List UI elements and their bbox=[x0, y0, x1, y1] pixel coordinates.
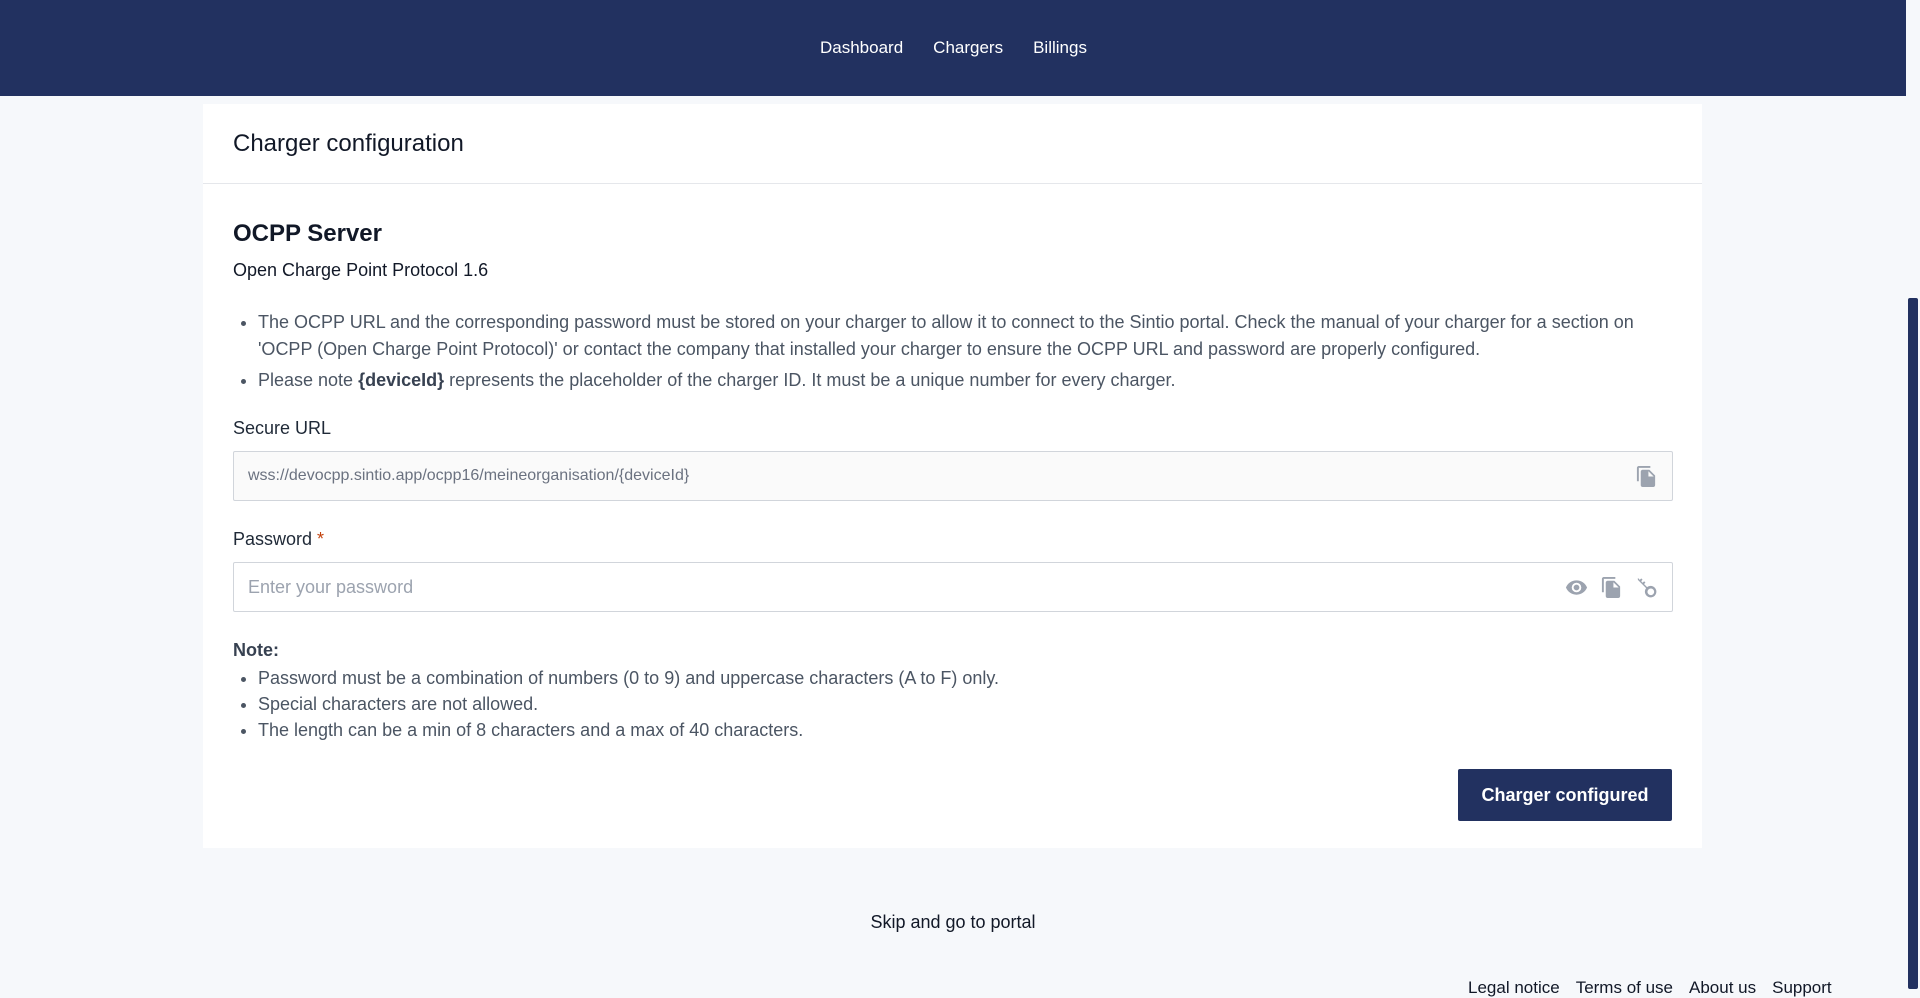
device-id-placeholder: {deviceId} bbox=[358, 370, 445, 390]
secure-url-input[interactable] bbox=[234, 452, 1635, 500]
info-list: The OCPP URL and the corresponding passw… bbox=[233, 309, 1672, 394]
password-label-text: Password bbox=[233, 529, 313, 549]
note-item: The length can be a min of 8 characters … bbox=[258, 717, 1672, 743]
section-subtitle: Open Charge Point Protocol 1.6 bbox=[233, 260, 489, 280]
info-item: Please note {deviceId} represents the pl… bbox=[258, 367, 1672, 394]
note-title: Note: bbox=[233, 640, 279, 660]
skip-link-row: Skip and go to portal bbox=[0, 912, 1906, 933]
password-input[interactable] bbox=[234, 563, 1565, 611]
required-mark: * bbox=[317, 529, 325, 549]
footer-support[interactable]: Support bbox=[1772, 978, 1832, 998]
secure-url-field bbox=[233, 451, 1673, 501]
copy-icon[interactable] bbox=[1600, 576, 1623, 599]
footer-about-us[interactable]: About us bbox=[1689, 978, 1756, 998]
password-field bbox=[233, 562, 1673, 612]
secure-url-label: Secure URL bbox=[233, 418, 332, 438]
key-icon[interactable] bbox=[1635, 576, 1658, 599]
footer-links: Legal notice Terms of use About us Suppo… bbox=[1468, 978, 1832, 998]
card-body: OCPP Server Open Charge Point Protocol 1… bbox=[203, 184, 1702, 743]
nav-chargers[interactable]: Chargers bbox=[933, 38, 1003, 58]
charger-configured-button[interactable]: Charger configured bbox=[1458, 769, 1672, 821]
section-title: OCPP Server bbox=[233, 220, 382, 247]
page-title: Charger configuration bbox=[233, 130, 464, 157]
scrollbar-thumb[interactable] bbox=[1908, 298, 1918, 989]
nav-billings[interactable]: Billings bbox=[1033, 38, 1087, 58]
footer-terms-of-use[interactable]: Terms of use bbox=[1576, 978, 1673, 998]
info-text: Please note bbox=[258, 370, 359, 390]
main-nav: Dashboard Chargers Billings bbox=[820, 0, 1087, 96]
eye-icon[interactable] bbox=[1565, 576, 1588, 599]
copy-icon[interactable] bbox=[1635, 465, 1658, 488]
password-label: Password * bbox=[233, 529, 1672, 550]
secure-url-actions bbox=[1635, 465, 1672, 488]
card-header: Charger configuration bbox=[203, 104, 1702, 184]
charger-configuration-card: Charger configuration OCPP Server Open C… bbox=[203, 104, 1702, 848]
password-actions bbox=[1565, 576, 1672, 599]
note-item: Special characters are not allowed. bbox=[258, 691, 1672, 717]
nav-dashboard[interactable]: Dashboard bbox=[820, 38, 903, 58]
top-navbar: Dashboard Chargers Billings bbox=[0, 0, 1906, 96]
skip-and-go-to-portal-link[interactable]: Skip and go to portal bbox=[870, 912, 1035, 932]
footer-legal-notice[interactable]: Legal notice bbox=[1468, 978, 1560, 998]
info-item: The OCPP URL and the corresponding passw… bbox=[258, 309, 1672, 363]
note-item: Password must be a combination of number… bbox=[258, 665, 1672, 691]
info-text: represents the placeholder of the charge… bbox=[444, 370, 1176, 390]
note-list: Password must be a combination of number… bbox=[233, 665, 1672, 743]
